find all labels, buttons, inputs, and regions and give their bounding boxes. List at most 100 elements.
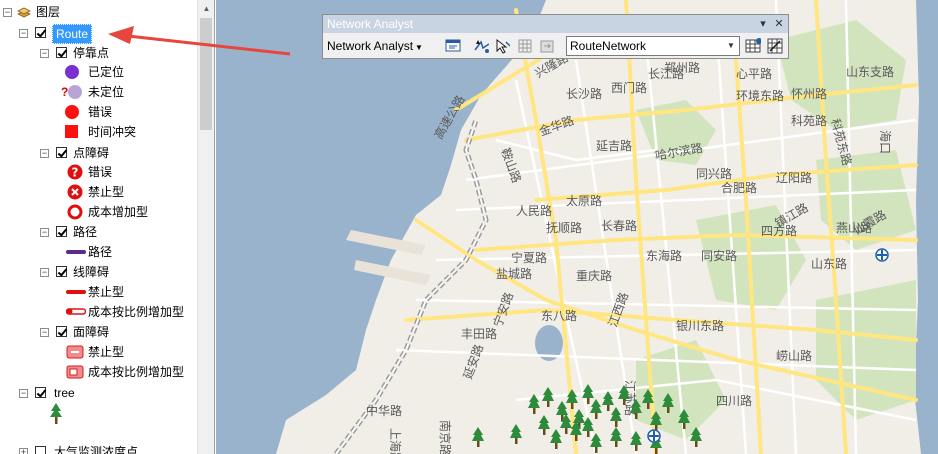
sublayer-row-point-barriers[interactable]: − 点障碍 (0, 144, 200, 162)
toolbar-titlebar[interactable]: Network Analyst ▾ ✕ (323, 15, 788, 33)
legend-label: 禁止型 (88, 285, 125, 299)
legend-label: 已定位 (88, 65, 125, 79)
network-analyst-toolbar[interactable]: Network Analyst ▾ ✕ Network Analyst ▼ Rou… (322, 14, 789, 59)
sublayer-visibility-checkbox[interactable] (56, 147, 67, 158)
legend-item: 路径 (0, 243, 200, 261)
road-label: 同安路 (701, 248, 737, 263)
road-label: 长春路 (601, 218, 637, 233)
svg-text:?: ? (72, 166, 79, 180)
toc-scrollbar[interactable]: ▲ (197, 0, 214, 454)
layer-visibility-checkbox[interactable] (35, 27, 46, 38)
road-label: 怀州路 (791, 86, 827, 101)
collapse-toggle[interactable]: − (40, 228, 49, 237)
network-identify-icon[interactable] (767, 38, 783, 54)
sublayer-row-routes[interactable]: − 路径 (0, 223, 200, 241)
legend-item: 成本增加型 (0, 203, 200, 221)
chevron-down-icon: ▼ (415, 43, 423, 52)
collapse-toggle[interactable]: − (19, 389, 28, 398)
layer-row-air-monitoring[interactable]: + 大气监测浓度点 (0, 443, 200, 454)
road-label: 郑州路 (664, 60, 700, 75)
road-label: 海口 (878, 130, 893, 154)
network-dataset-value: RouteNetwork (570, 39, 647, 53)
road-label: 西门路 (611, 80, 647, 95)
layer-visibility-checkbox[interactable] (35, 387, 46, 398)
map-view[interactable]: 长江路 郑州路 心平路 山东支路 兴隆路 长沙路 西门路 环境东路 怀州路 科苑路 科苑东路 海口 金华… (216, 0, 938, 454)
toc-root-label: 图层 (36, 5, 61, 19)
road-label: 银川东路 (676, 318, 724, 333)
road-label: 盐城路 (496, 266, 532, 281)
sublayer-visibility-checkbox[interactable] (56, 326, 67, 337)
purple-line-icon (66, 250, 86, 254)
lavender-circle-icon (68, 85, 82, 99)
layers-icon (17, 7, 31, 18)
network-analyst-menu[interactable]: Network Analyst ▼ (327, 37, 423, 55)
collapse-toggle[interactable]: − (40, 49, 49, 58)
road-label: 同兴路 (696, 166, 732, 181)
red-question-icon: ? (67, 164, 83, 180)
collapse-toggle[interactable]: − (40, 268, 49, 277)
create-network-location-icon[interactable] (473, 38, 489, 54)
transit-marker-icon (647, 429, 661, 443)
sublayer-row-line-barriers[interactable]: − 线障碍 (0, 263, 200, 281)
dropdown-arrow-icon[interactable]: ▾ (756, 15, 770, 33)
road-label: 太原路 (566, 193, 602, 208)
layer-visibility-checkbox[interactable] (35, 446, 46, 454)
sublayer-row-polygon-barriers[interactable]: − 面障碍 (0, 323, 200, 341)
red-hatched-polygon-icon (66, 345, 84, 359)
legend-item: ? 未定位 (0, 83, 200, 101)
legend-item: 禁止型 (0, 343, 200, 361)
sublayer-visibility-checkbox[interactable] (56, 226, 67, 237)
collapse-toggle[interactable]: − (40, 149, 49, 158)
legend-label: 错误 (88, 165, 113, 179)
toolbar-body: Network Analyst ▼ RouteNetwork ▼ (323, 33, 788, 59)
legend-item: ? 错误 (0, 163, 200, 181)
close-icon[interactable]: ✕ (772, 15, 786, 33)
sublayer-visibility-checkbox[interactable] (56, 266, 67, 277)
collapse-toggle[interactable]: − (3, 8, 12, 17)
legend-item: 成本按比例增加型 (0, 363, 200, 381)
collapse-toggle[interactable]: − (19, 29, 28, 38)
road-label: 四川路 (716, 393, 752, 408)
network-analyst-window-icon[interactable] (445, 38, 461, 54)
road-label: 崂山路 (776, 348, 812, 363)
legend-label: 成本按比例增加型 (88, 305, 185, 319)
road-label: 环境东路 (736, 88, 784, 103)
layer-name: 大气监测浓度点 (54, 445, 139, 454)
road-label: 合肥路 (721, 180, 757, 195)
road-label: 心平路 (736, 66, 772, 81)
red-outline-line-icon (66, 308, 86, 315)
expand-toggle[interactable]: + (19, 448, 28, 454)
scroll-up-icon[interactable]: ▲ (198, 0, 214, 17)
sublayer-label: 面障碍 (73, 325, 110, 339)
legend-item: 错误 (0, 103, 200, 121)
red-line-icon (66, 290, 86, 294)
sublayer-label: 路径 (73, 225, 98, 239)
legend-label: 时间冲突 (88, 125, 137, 139)
layer-row-tree[interactable]: − tree (0, 384, 200, 402)
collapse-toggle[interactable]: − (40, 328, 49, 337)
layer-name-selected[interactable]: Route (52, 24, 93, 44)
build-network-icon[interactable] (539, 38, 555, 54)
tree-icon (50, 403, 62, 424)
legend-item: 禁止型 (0, 283, 200, 301)
chevron-down-icon[interactable]: ▼ (723, 37, 739, 55)
toc-root-row[interactable]: − 图层 (0, 3, 200, 21)
road-label: 重庆路 (576, 268, 612, 283)
road-label: 丰田路 (461, 326, 497, 341)
network-dataset-dropdown[interactable]: RouteNetwork ▼ (566, 36, 740, 56)
annotation-arrow-icon (108, 26, 291, 56)
solve-grid-icon[interactable] (517, 38, 533, 54)
select-move-location-icon[interactable] (494, 38, 510, 54)
legend-label: 成本按比例增加型 (88, 365, 185, 379)
layer-name: tree (54, 386, 75, 400)
road-label: 抚顺路 (546, 220, 582, 235)
map-canvas[interactable]: 长江路郑州路 心平路 山东支路兴隆路长沙路 西门路环境东路 怀州路科苑路 科苑东路 海口金华… (216, 0, 938, 454)
road-label: 中华路 (366, 403, 402, 418)
road-label: 南京路 (438, 420, 453, 454)
road-label: 人民路 (516, 203, 552, 218)
toolbar-title: Network Analyst (327, 17, 414, 31)
directions-grid-icon[interactable] (745, 38, 761, 54)
legend-label: 成本增加型 (88, 205, 149, 219)
legend-item: 时间冲突 (0, 123, 200, 141)
sublayer-visibility-checkbox[interactable] (56, 47, 67, 58)
